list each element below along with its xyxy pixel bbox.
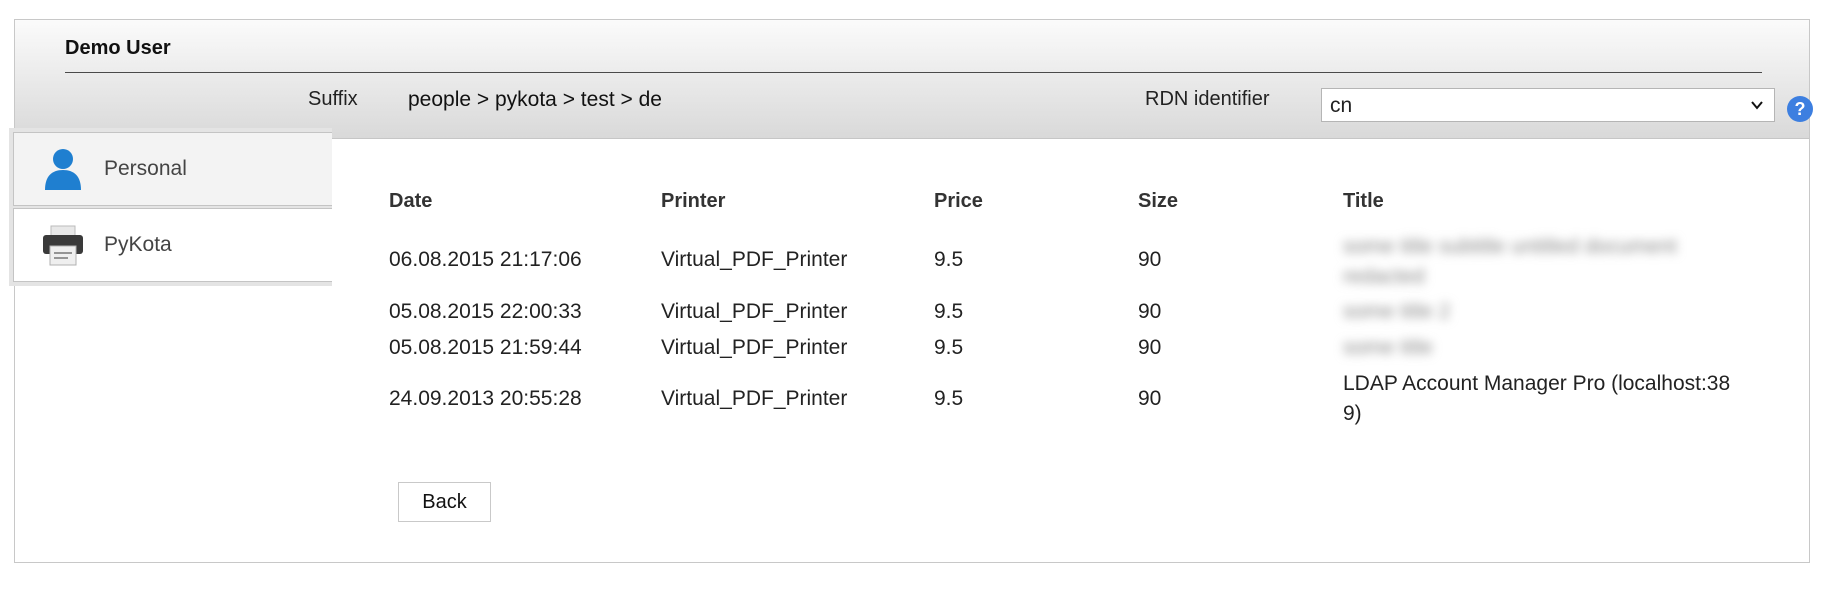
rdn-identifier-select[interactable]: cn (1321, 88, 1775, 122)
cell-date: 05.08.2015 22:00:33 (389, 300, 582, 323)
cell-price: 9.5 (934, 248, 964, 271)
suffix-value[interactable]: people > pykota > test > de (408, 88, 662, 112)
column-header-title: Title (1343, 190, 1384, 212)
column-header-size: Size (1138, 190, 1179, 212)
tab-pykota[interactable]: PyKota (13, 208, 332, 282)
column-header-printer: Printer (661, 190, 726, 212)
tab-label: Personal (104, 157, 187, 180)
page-header: Demo User Suffix people > pykota > test … (15, 20, 1813, 139)
rdn-identifier-label: RDN identifier (1145, 88, 1270, 110)
cell-printer: Virtual_PDF_Printer (661, 300, 848, 323)
tab-label: PyKota (104, 233, 172, 256)
cell-title: some title 2 (1343, 300, 1451, 323)
rdn-identifier-value: cn (1330, 94, 1353, 117)
cell-size: 90 (1138, 336, 1162, 359)
module-tabs: Personal PyKota (9, 128, 332, 286)
cell-price: 9.5 (934, 300, 964, 323)
chevron-down-icon (1750, 93, 1764, 122)
cell-printer: Virtual_PDF_Printer (661, 248, 848, 271)
cell-title: some title (1343, 336, 1433, 359)
suffix-label: Suffix (308, 88, 358, 110)
cell-title: some title subtitle untitled document re… (1343, 235, 1677, 288)
column-header-date: Date (389, 190, 433, 212)
cell-size: 90 (1138, 248, 1162, 271)
cell-printer: Virtual_PDF_Printer (661, 387, 848, 410)
cell-price: 9.5 (934, 387, 964, 410)
cell-size: 90 (1138, 387, 1162, 410)
cell-printer: Virtual_PDF_Printer (661, 336, 848, 359)
column-header-price: Price (934, 190, 983, 212)
cell-size: 90 (1138, 300, 1162, 323)
cell-date: 06.08.2015 21:17:06 (389, 248, 582, 271)
help-icon[interactable]: ? (1787, 96, 1813, 122)
printer-icon (40, 222, 86, 268)
back-button[interactable]: Back (398, 482, 491, 522)
cell-price: 9.5 (934, 336, 964, 359)
cell-title: LDAP Account Manager Pro (localhost:389) (1343, 372, 1731, 425)
cell-date: 24.09.2013 20:55:28 (389, 387, 582, 410)
page-title: Demo User (65, 37, 171, 59)
cell-date: 05.08.2015 21:59:44 (389, 336, 582, 359)
person-icon (40, 146, 86, 192)
header-divider (65, 72, 1762, 73)
tab-personal[interactable]: Personal (13, 132, 332, 206)
